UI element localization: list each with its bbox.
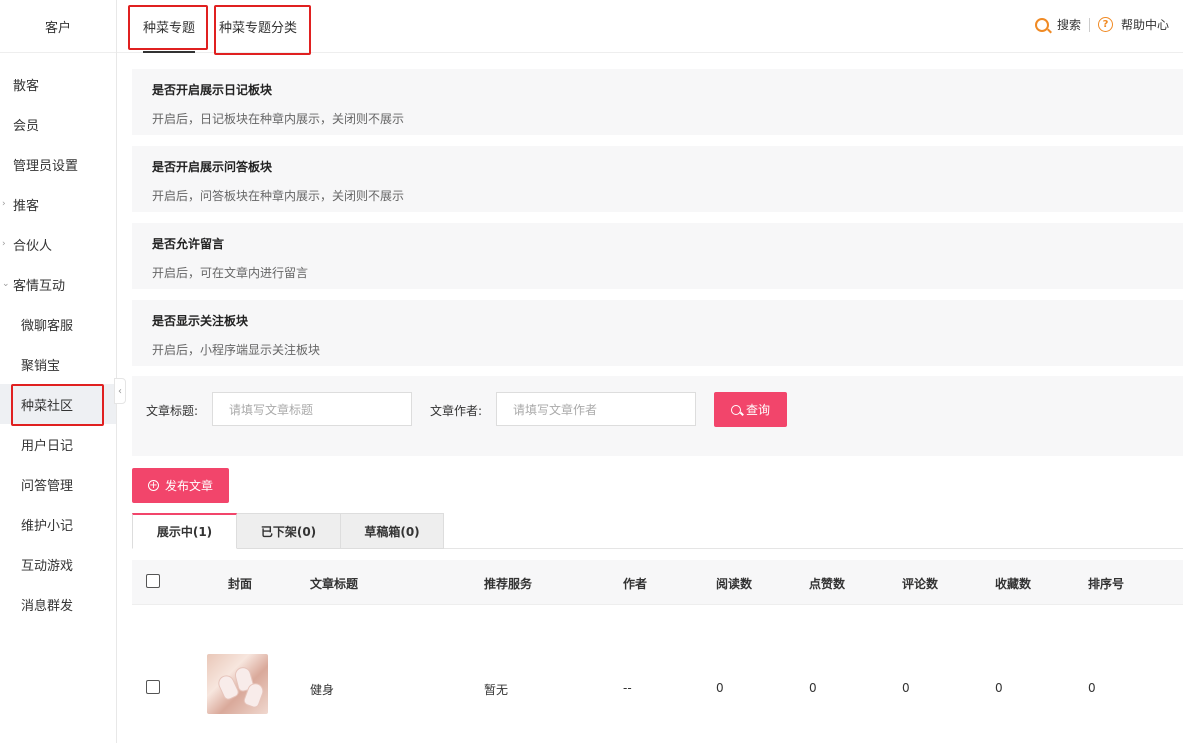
tab-drafts[interactable]: 草稿箱(0) bbox=[340, 513, 444, 549]
column-header-favorites: 收藏数 bbox=[995, 577, 1032, 591]
row-checkbox[interactable] bbox=[146, 680, 160, 694]
chevron-left-icon: ‹ bbox=[118, 385, 122, 397]
cell-reads: 0 bbox=[716, 681, 724, 695]
sidebar-item-label: 问答管理 bbox=[21, 478, 74, 494]
setting-desc: 开启后，小程序端显示关注板块 bbox=[152, 343, 321, 357]
tab-planting-topic-category[interactable]: 种菜专题分类 bbox=[219, 0, 297, 53]
setting-title: 是否开启展示问答板块 bbox=[152, 160, 273, 174]
sidebar-item-label: 维护小记 bbox=[21, 518, 74, 534]
sidebar-item-sales-booster[interactable]: 聚销宝 bbox=[0, 344, 116, 384]
sidebar-item-label: 管理员设置 bbox=[13, 158, 79, 174]
tab-label: 已下架(0) bbox=[260, 524, 317, 539]
sidebar-item-walk-in[interactable]: 散客 bbox=[0, 64, 116, 104]
sidebar-item-label: 推客 bbox=[13, 198, 40, 214]
cell-title[interactable]: 健身 bbox=[310, 681, 334, 698]
sidebar-item-label: 客情互动 bbox=[13, 278, 66, 294]
sidebar-item-label: 会员 bbox=[13, 118, 40, 134]
sidebar-title: 客户 bbox=[0, 0, 116, 53]
tab-label: 草稿箱(0) bbox=[364, 524, 420, 539]
chevron-right-icon: › bbox=[2, 239, 6, 249]
cell-favorites: 0 bbox=[995, 681, 1003, 695]
sidebar-item-qa-management[interactable]: 问答管理 bbox=[0, 464, 116, 504]
cell-service: 暂无 bbox=[484, 683, 509, 697]
sidebar-item-partners[interactable]: › 合伙人 bbox=[0, 224, 116, 264]
sidebar-item-user-diary[interactable]: 用户日记 bbox=[0, 424, 116, 464]
sidebar-item-customer-interaction[interactable]: ⌄ 客情互动 bbox=[0, 264, 116, 304]
sidebar-item-planting-community[interactable]: 种菜社区 bbox=[0, 384, 116, 424]
chevron-down-icon: ⌄ bbox=[2, 279, 10, 289]
sidebar-item-maintenance-notes[interactable]: 维护小记 bbox=[0, 504, 116, 544]
sidebar-item-label: 散客 bbox=[13, 78, 40, 94]
column-header-comments: 评论数 bbox=[902, 577, 939, 591]
tab-label: 种菜专题分类 bbox=[219, 21, 298, 36]
sidebar-collapse-handle[interactable]: ‹ bbox=[114, 378, 126, 404]
sidebar-item-label: 合伙人 bbox=[13, 238, 53, 254]
search-link[interactable]: 搜索 bbox=[1057, 16, 1081, 33]
help-icon[interactable]: ? bbox=[1097, 17, 1113, 32]
search-icon[interactable] bbox=[1034, 17, 1049, 32]
tab-label: 种菜专题 bbox=[143, 21, 196, 36]
sidebar-item-label: 种菜社区 bbox=[21, 398, 74, 414]
tab-label: 展示中(1) bbox=[156, 525, 213, 539]
setting-desc: 开启后，问答板块在种章内展示，关闭则不展示 bbox=[152, 189, 405, 203]
publish-button-label: 发布文章 bbox=[164, 479, 213, 493]
author-filter-label: 文章作者: bbox=[430, 404, 483, 418]
column-header-reads: 阅读数 bbox=[716, 577, 753, 591]
divider bbox=[1088, 17, 1090, 32]
column-header-sort: 排序号 bbox=[1088, 577, 1125, 591]
sidebar-item-promoters[interactable]: › 推客 bbox=[0, 184, 116, 224]
help-center-link[interactable]: 帮助中心 bbox=[1121, 16, 1169, 33]
sidebar-item-label: 互动游戏 bbox=[21, 558, 74, 574]
sidebar-item-admin-settings[interactable]: 管理员设置 bbox=[0, 144, 116, 184]
topbar-actions: 搜索 ? 帮助中心 bbox=[1034, 16, 1169, 33]
column-header-cover: 封面 bbox=[228, 577, 253, 591]
column-header-service: 推荐服务 bbox=[484, 577, 533, 591]
tab-published[interactable]: 展示中(1) bbox=[132, 513, 237, 549]
table-header: 封面 文章标题 推荐服务 作者 阅读数 点赞数 评论数 收藏数 排序号 bbox=[132, 560, 1183, 605]
query-button-label: 查询 bbox=[745, 403, 770, 417]
cell-author: -- bbox=[623, 681, 632, 695]
column-header-author: 作者 bbox=[623, 577, 648, 591]
sidebar-item-label: 消息群发 bbox=[21, 598, 74, 614]
search-icon bbox=[730, 404, 741, 415]
setting-desc: 开启后，日记板块在种章内展示，关闭则不展示 bbox=[152, 112, 405, 126]
setting-title: 是否允许留言 bbox=[152, 237, 225, 251]
title-filter-label: 文章标题: bbox=[146, 404, 199, 418]
query-button[interactable]: 查询 bbox=[714, 392, 787, 427]
author-search-input[interactable]: 请填写文章作者 bbox=[496, 392, 696, 426]
cell-likes: 0 bbox=[809, 681, 817, 695]
sidebar-item-label: 聚销宝 bbox=[21, 358, 61, 374]
setting-title: 是否开启展示日记板块 bbox=[152, 83, 273, 97]
setting-title: 是否显示关注板块 bbox=[152, 314, 249, 328]
title-search-input[interactable]: 请填写文章标题 bbox=[212, 392, 412, 426]
setting-allow-comments: 是否允许留言 开启后，可在文章内进行留言 bbox=[132, 223, 1183, 289]
select-all-checkbox[interactable] bbox=[146, 574, 160, 588]
setting-diary-block: 是否开启展示日记板块 开启后，日记板块在种章内展示，关闭则不展示 bbox=[132, 69, 1183, 135]
setting-desc: 开启后，可在文章内进行留言 bbox=[152, 266, 309, 280]
tab-offline[interactable]: 已下架(0) bbox=[236, 513, 341, 549]
cell-comments: 0 bbox=[902, 681, 910, 695]
column-header-likes: 点赞数 bbox=[809, 577, 846, 591]
topbar: 种菜专题 种菜专题分类 搜索 ? 帮助中心 bbox=[117, 0, 1183, 53]
setting-follow-block: 是否显示关注板块 开启后，小程序端显示关注板块 bbox=[132, 300, 1183, 366]
cell-sort: 0 bbox=[1088, 681, 1096, 695]
article-cover-image[interactable] bbox=[207, 654, 268, 714]
sidebar-item-games[interactable]: 互动游戏 bbox=[0, 544, 116, 584]
sidebar-item-chat-service[interactable]: 微聊客服 bbox=[0, 304, 116, 344]
sidebar-item-label: 用户日记 bbox=[21, 438, 74, 454]
publish-article-button[interactable]: + 发布文章 bbox=[132, 468, 229, 503]
sidebar-item-label: 微聊客服 bbox=[21, 318, 74, 334]
sidebar-item-members[interactable]: 会员 bbox=[0, 104, 116, 144]
sidebar-item-broadcast[interactable]: 消息群发 bbox=[0, 584, 116, 624]
setting-qa-block: 是否开启展示问答板块 开启后，问答板块在种章内展示，关闭则不展示 bbox=[132, 146, 1183, 212]
column-header-title: 文章标题 bbox=[310, 577, 359, 591]
tab-planting-topic[interactable]: 种菜专题 bbox=[143, 0, 196, 53]
chevron-right-icon: › bbox=[2, 199, 6, 209]
plus-circle-icon: + bbox=[147, 479, 159, 491]
